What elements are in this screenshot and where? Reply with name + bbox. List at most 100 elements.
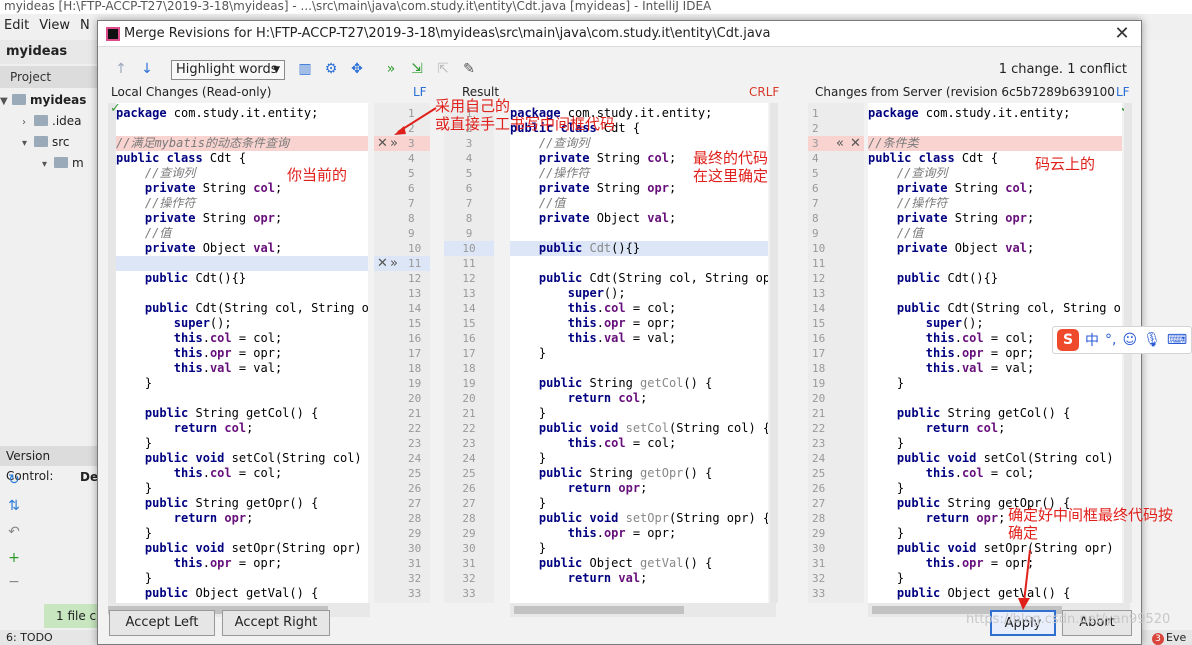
gear-icon[interactable]: ⚙ <box>320 58 342 80</box>
code-token: public void <box>510 421 619 435</box>
code-line: public String getCol() { <box>868 406 1070 421</box>
line-number: 10 <box>408 242 422 255</box>
code-token: ; <box>668 181 677 195</box>
next-difference-icon[interactable]: ↓ <box>136 58 158 80</box>
code-token: = col; <box>625 301 677 315</box>
ignore-right-change-icon[interactable]: ✕ <box>850 136 861 151</box>
remove-icon[interactable]: − <box>6 574 22 590</box>
code-token: = opr; <box>231 556 283 570</box>
emoji-icon[interactable]: ☺ <box>1122 332 1137 348</box>
ignore-left-change-icon[interactable]: ✕ <box>377 136 388 151</box>
line-number: 21 <box>408 407 422 420</box>
code-token: Object <box>947 241 1006 255</box>
code-token: col <box>209 331 232 345</box>
code-token: String <box>195 211 254 225</box>
code-token: } <box>510 451 547 465</box>
line-number: 6 <box>812 182 819 195</box>
event-log-tab[interactable]: 3 Eve <box>1152 630 1192 645</box>
apply-right-change-icon[interactable]: « <box>836 136 844 151</box>
line-number: 23 <box>812 437 826 450</box>
code-line: //条件类 <box>868 136 918 151</box>
microphone-icon[interactable]: 🎙 <box>1143 332 1161 348</box>
code-token: = col; <box>625 436 677 450</box>
code-token: Cdt(){} <box>940 271 999 285</box>
code-line: public Cdt(String col, String opr, <box>510 271 768 286</box>
left-line-separator[interactable]: LF <box>413 83 427 101</box>
line-number: 29 <box>462 527 476 540</box>
chevron-down-icon: ▼ <box>273 65 280 75</box>
menu-edit[interactable]: Edit <box>4 16 29 36</box>
accept-left-button[interactable]: Accept Left <box>109 610 215 636</box>
code-line: //值 <box>868 226 923 241</box>
undo-icon[interactable]: ↶ <box>6 524 22 540</box>
code-line: super(); <box>116 316 232 331</box>
close-icon[interactable]: ✕ <box>1111 22 1133 46</box>
line-number: 12 <box>812 272 826 285</box>
code-token: = col; <box>983 331 1035 345</box>
code-token: Cdt(String col, String opr, <box>582 271 768 285</box>
line-number: 15 <box>408 317 422 330</box>
code-token: return <box>510 571 612 585</box>
previous-difference-icon[interactable]: ↑ <box>110 58 132 80</box>
code-line: public class Cdt { <box>868 151 998 166</box>
ime-language[interactable]: 中 <box>1085 330 1099 350</box>
code-line: public Cdt(){} <box>116 271 246 286</box>
ide-nav-breadcrumb[interactable]: myideas <box>0 40 100 64</box>
code-token: . <box>202 331 210 345</box>
refresh-icon[interactable]: ↻ <box>6 472 22 488</box>
line-number: 26 <box>812 482 826 495</box>
accept-right-button[interactable]: Accept Right <box>222 610 330 636</box>
code-token: val <box>603 331 626 345</box>
changelist-summary[interactable]: 1 file c <box>44 604 100 628</box>
commit-icon[interactable]: ⇅ <box>6 498 22 514</box>
code-line: this.col = col; <box>868 331 1034 346</box>
code-line: public Cdt(String col, String opr <box>868 301 1122 316</box>
tree-row-main[interactable]: ▾ m <box>0 153 100 173</box>
line-number: 30 <box>462 542 476 555</box>
add-icon[interactable]: + <box>6 550 22 566</box>
ignore-left-change-icon[interactable]: ✕ <box>377 256 388 271</box>
code-line: //满足mybatis的动态条件查询 <box>116 136 289 151</box>
scroll-thumb[interactable] <box>514 606 684 614</box>
right-line-separator[interactable]: LF <box>1116 83 1130 101</box>
line-number: 7 <box>812 197 819 210</box>
code-token: private <box>510 181 590 195</box>
keyboard-icon[interactable]: ⌨ <box>1167 332 1187 348</box>
code-token: public <box>868 271 941 285</box>
code-token: . <box>596 331 604 345</box>
project-tool-tab[interactable]: Project <box>0 66 100 88</box>
tree-row-root[interactable]: ▼ myideas <box>0 90 100 110</box>
code-token: String <box>195 181 254 195</box>
apply-left-change-icon[interactable]: » <box>390 256 398 271</box>
chevron-right-icon: › <box>22 117 26 128</box>
code-token: this <box>868 361 955 375</box>
menu-navigate[interactable]: N <box>80 16 90 36</box>
code-line: //查询列 <box>116 166 195 181</box>
ime-punctuation[interactable]: °, <box>1105 332 1116 348</box>
code-token: super <box>116 316 210 330</box>
highlight-mode-select[interactable]: Highlight words ▼ <box>171 60 285 80</box>
code-line: //值 <box>116 226 171 241</box>
side-by-side-icon[interactable]: ▥ <box>294 58 316 80</box>
code-token: col <box>209 466 232 480</box>
code-line: this.col = col; <box>868 466 1034 481</box>
center-line-separator[interactable]: CRLF <box>749 83 779 101</box>
todo-tab[interactable]: 6: TODO <box>6 631 53 644</box>
tree-row-idea[interactable]: › .idea <box>0 111 100 131</box>
ime-toolbar[interactable]: S 中 °, ☺ 🎙 ⌨ <box>1052 326 1192 354</box>
magic-resolve-icon[interactable]: ✎ <box>458 58 480 80</box>
line-number: 18 <box>812 362 826 375</box>
code-token: String <box>589 151 648 165</box>
result-editor-scrollbar[interactable] <box>770 103 778 603</box>
apply-right-icon[interactable]: ⇱ <box>432 58 454 80</box>
apply-non-conflicting-icon[interactable]: » <box>380 58 402 80</box>
sync-scroll-icon[interactable]: ✥ <box>346 58 368 80</box>
apply-left-icon[interactable]: ⇲ <box>406 58 428 80</box>
line-number: 10 <box>462 242 476 255</box>
code-token: opr <box>209 556 232 570</box>
tree-row-src[interactable]: ▾ src <box>0 132 100 152</box>
result-horizontal-scrollbar[interactable] <box>510 603 776 617</box>
menu-view[interactable]: View <box>39 16 70 36</box>
line-number: 11 <box>462 257 476 270</box>
